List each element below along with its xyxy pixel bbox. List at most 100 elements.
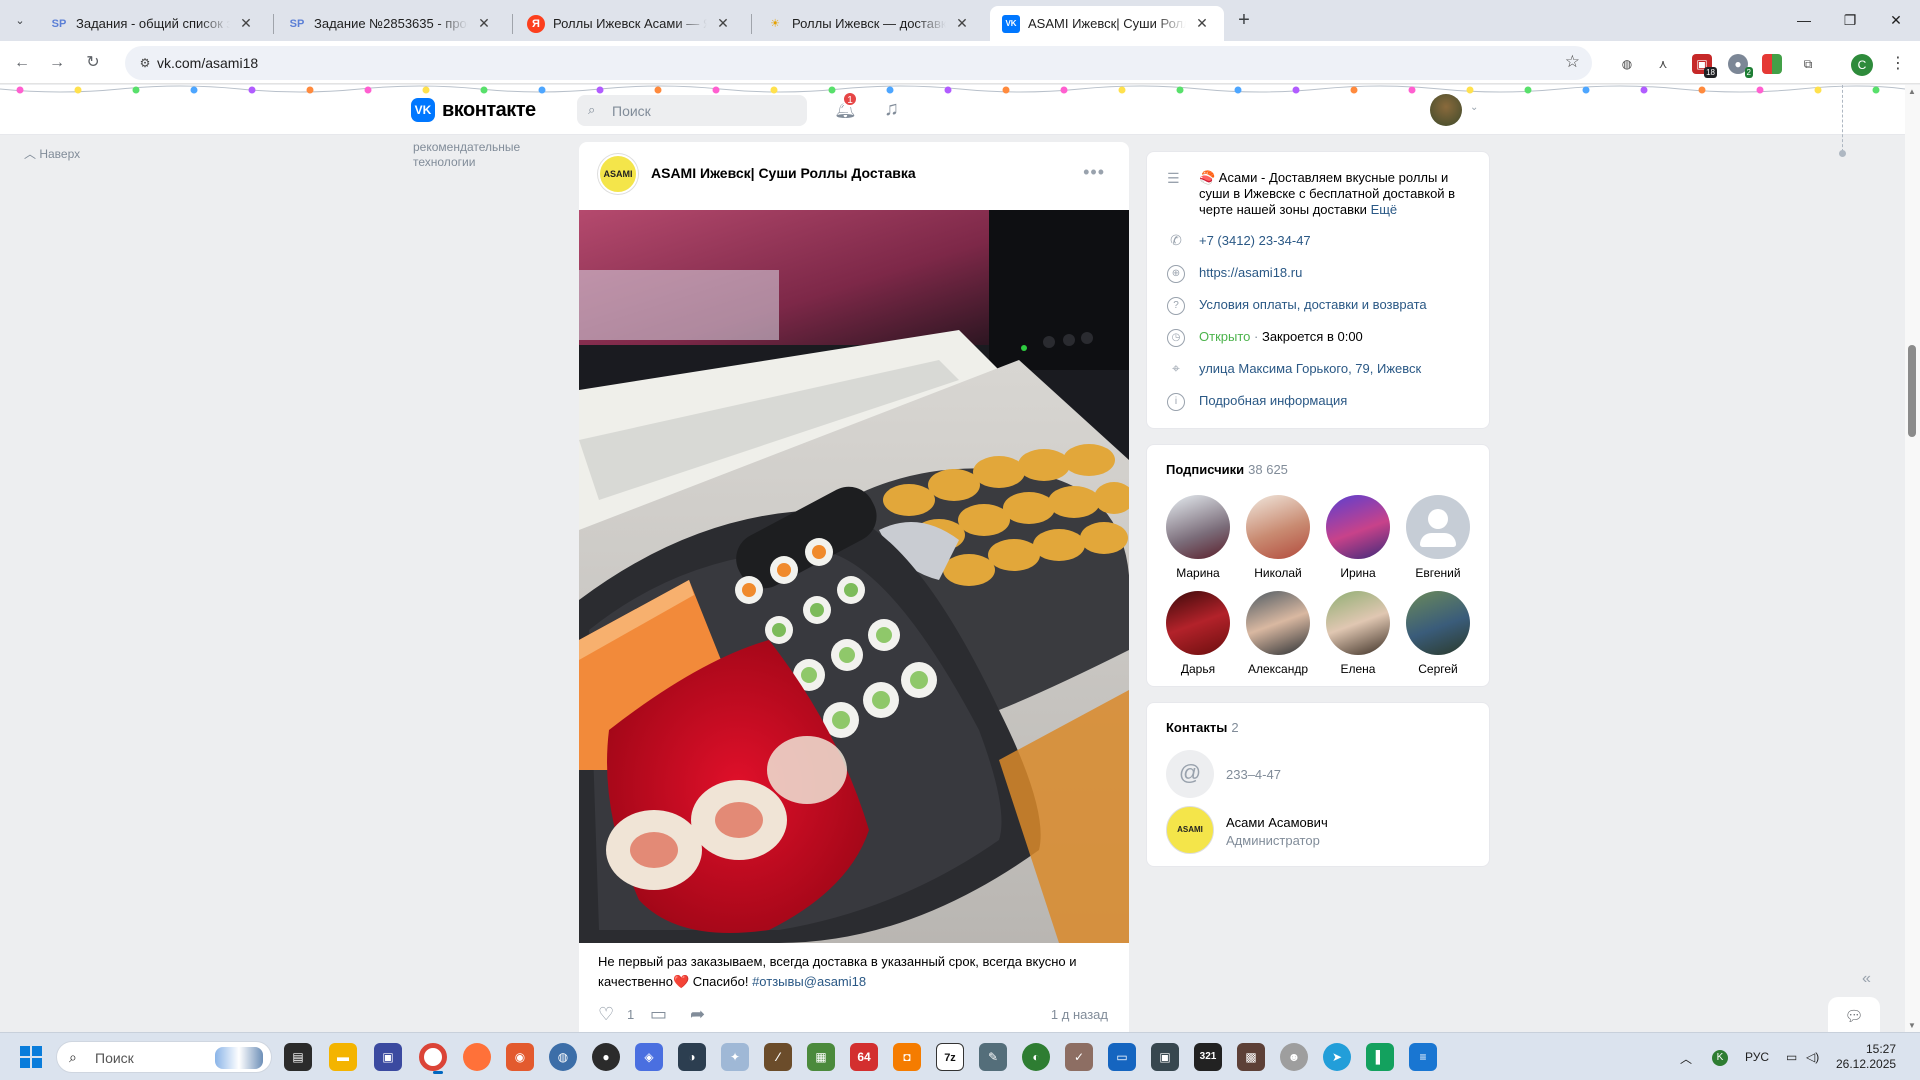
7zip-icon[interactable]: 7z — [936, 1043, 964, 1071]
new-tab-button[interactable]: + — [1232, 9, 1256, 33]
contact-phone[interactable]: 233–4-47 — [1226, 767, 1281, 782]
browser-tab[interactable]: Я Роллы Ижевск Асами — Янде ✕ — [515, 6, 745, 41]
taskbar-search-input[interactable]: ⌕ Поиск — [56, 1041, 272, 1073]
subscriber-name[interactable]: Сергей — [1398, 662, 1478, 676]
tab-search-chevron-icon[interactable]: ⌄ — [8, 9, 32, 31]
terms-link[interactable]: Условия оплаты, доставки и возврата — [1199, 297, 1427, 315]
audio-app-icon[interactable]: ◑ — [678, 1043, 706, 1071]
phone-number[interactable]: +7 (3412) 23-34-47 — [1199, 233, 1311, 251]
system-clock[interactable]: 15:27 26.12.2025 — [1836, 1042, 1896, 1072]
post-timestamp[interactable]: 1 д назад — [1051, 1007, 1108, 1022]
app-icon[interactable]: ◘ — [893, 1043, 921, 1071]
save-disk-app-icon[interactable]: ▣ — [374, 1043, 402, 1071]
browser-tab[interactable]: ☀ Роллы Ижевск — доставка су ✕ — [754, 6, 984, 41]
subscriber-avatar[interactable] — [1246, 495, 1310, 559]
restore-icon[interactable]: ❐ — [1827, 8, 1873, 32]
subscriber-item[interactable]: Ирина — [1318, 495, 1398, 580]
windows-start-icon[interactable] — [20, 1046, 42, 1068]
close-window-icon[interactable]: ✕ — [1873, 8, 1919, 32]
apps-grid-extension-icon[interactable] — [1762, 54, 1782, 74]
chrome-icon[interactable] — [419, 1043, 447, 1074]
notepad-app-icon[interactable]: ≡ — [1409, 1043, 1437, 1071]
acrobat-extension-icon[interactable]: ⋏ — [1653, 54, 1673, 74]
volume-icon[interactable]: ◁) — [1806, 1050, 1819, 1064]
subscriber-name[interactable]: Евгений — [1398, 566, 1478, 580]
url-text[interactable]: vk.com/asami18 — [157, 55, 258, 71]
website-row[interactable]: ⊕ https://asami18.ru — [1167, 265, 1477, 283]
comment-icon[interactable]: ▭ — [650, 1004, 667, 1025]
post-menu-icon[interactable]: ••• — [1083, 162, 1105, 183]
translate-extension-icon[interactable]: ◍ — [1617, 54, 1637, 74]
globe-app-icon[interactable]: ◍ — [549, 1043, 577, 1071]
chevron-down-icon[interactable]: ⌄ — [1470, 102, 1478, 113]
media-player-icon[interactable]: 321 — [1194, 1043, 1222, 1071]
subscriber-item[interactable]: Александр — [1238, 591, 1318, 676]
subscriber-name[interactable]: Елена — [1318, 662, 1398, 676]
subscriber-item[interactable]: Евгений — [1398, 495, 1478, 580]
subscriber-avatar[interactable] — [1166, 591, 1230, 655]
tab-close-icon[interactable]: ✕ — [236, 15, 256, 32]
image-app-icon[interactable]: ▩ — [1237, 1043, 1265, 1071]
wand-app-icon[interactable]: ⁄ — [764, 1043, 792, 1071]
details-row[interactable]: i Подробная информация — [1167, 393, 1477, 411]
subscriber-name[interactable]: Дарья — [1158, 662, 1238, 676]
browser-tab[interactable]: SP Задание №2853635 - просмот ✕ — [276, 6, 506, 41]
browser-menu-icon[interactable]: ⋮ — [1890, 53, 1906, 73]
address-link[interactable]: улица Максима Горького, 79, Ижевск — [1199, 361, 1421, 379]
tab-close-icon[interactable]: ✕ — [1192, 15, 1212, 32]
bookmark-star-icon[interactable]: ☆ — [1565, 52, 1580, 72]
subscriber-item[interactable]: Николай — [1238, 495, 1318, 580]
obs-icon[interactable]: ● — [592, 1043, 620, 1071]
notifications-bell-icon[interactable]: 🔔︎ 1 — [834, 91, 858, 121]
subscriber-name[interactable]: Марина — [1158, 566, 1238, 580]
description-more-link[interactable]: Ещё — [1371, 202, 1398, 217]
task-view-icon[interactable]: ▤ — [284, 1043, 312, 1071]
jetbrains-app-icon[interactable]: ▌ — [1366, 1043, 1394, 1071]
post-author[interactable]: ASAMI Ижевск| Суши Роллы Доставка — [651, 165, 916, 181]
checklist-app-icon[interactable]: ✓ — [1065, 1043, 1093, 1071]
adblock-extension-icon[interactable]: ● 2 — [1728, 54, 1753, 78]
subscriber-avatar[interactable] — [1246, 591, 1310, 655]
contact-name[interactable]: Асами Асамович — [1226, 815, 1328, 830]
language-indicator[interactable]: РУС — [1745, 1050, 1769, 1064]
app-icon[interactable]: ◉ — [506, 1043, 534, 1071]
subscribers-title[interactable]: Подписчики 38 625 — [1166, 462, 1288, 477]
collapse-chevrons-icon[interactable]: « — [1862, 970, 1871, 988]
map-app-icon[interactable]: ▦ — [807, 1043, 835, 1071]
browser-tab-active[interactable]: VK ASAMI Ижевск| Суши Роллы Д ✕ — [990, 6, 1224, 41]
community-avatar[interactable]: ASAMI — [598, 154, 638, 194]
shield-extension-icon[interactable]: ▣ 18 — [1692, 54, 1717, 78]
post-hashtag-link[interactable]: #отзывы@asami18 — [752, 974, 866, 989]
tool-app-icon[interactable]: ◈ — [635, 1043, 663, 1071]
subscriber-name[interactable]: Ирина — [1318, 566, 1398, 580]
back-arrow-icon[interactable]: ← — [8, 49, 36, 77]
network-icon[interactable]: ▭ — [1786, 1050, 1797, 1064]
remote-desktop-icon[interactable]: ▣ — [1151, 1043, 1179, 1071]
share-arrow-icon[interactable]: ➦ — [690, 1004, 705, 1025]
address-bar[interactable]: ⚙ vk.com/asami18 ☆ — [125, 46, 1592, 80]
page-scrollbar[interactable]: ▲ ▼ — [1905, 85, 1920, 1032]
subscriber-avatar[interactable] — [1166, 495, 1230, 559]
chat-bubble-icon[interactable]: 💬︎ — [1828, 997, 1880, 1032]
bird-app-icon[interactable]: ✦ — [721, 1043, 749, 1071]
app-64-icon[interactable]: 64 — [850, 1043, 878, 1071]
alien-app-icon[interactable]: ☻ — [1280, 1043, 1308, 1071]
contact-person[interactable]: ASAMI Асами Асамович Администратор — [1166, 806, 1476, 854]
profile-avatar[interactable]: C — [1851, 54, 1873, 76]
website-link[interactable]: https://asami18.ru — [1199, 265, 1302, 283]
like-heart-icon[interactable]: ♡ — [598, 1004, 614, 1025]
tab-close-icon[interactable]: ✕ — [474, 15, 494, 32]
subscriber-item[interactable]: Дарья — [1158, 591, 1238, 676]
subscriber-avatar[interactable] — [1326, 495, 1390, 559]
subscriber-name[interactable]: Александр — [1238, 662, 1318, 676]
tab-close-icon[interactable]: ✕ — [952, 15, 972, 32]
file-explorer-icon[interactable]: ▬ — [329, 1043, 357, 1071]
vk-logo[interactable]: VK вконтакте — [411, 98, 536, 122]
minimize-icon[interactable]: — — [1781, 8, 1827, 32]
contact-email[interactable]: @ 233–4-47 — [1166, 750, 1476, 798]
subscriber-item[interactable]: Марина — [1158, 495, 1238, 580]
telegram-icon[interactable]: ➤ — [1323, 1043, 1351, 1071]
terms-row[interactable]: ? Условия оплаты, доставки и возврата — [1167, 297, 1477, 315]
address-row[interactable]: ⌖ улица Максима Горького, 79, Ижевск — [1167, 361, 1477, 379]
scroll-to-top-link[interactable]: ︿ Наверх — [24, 145, 80, 162]
